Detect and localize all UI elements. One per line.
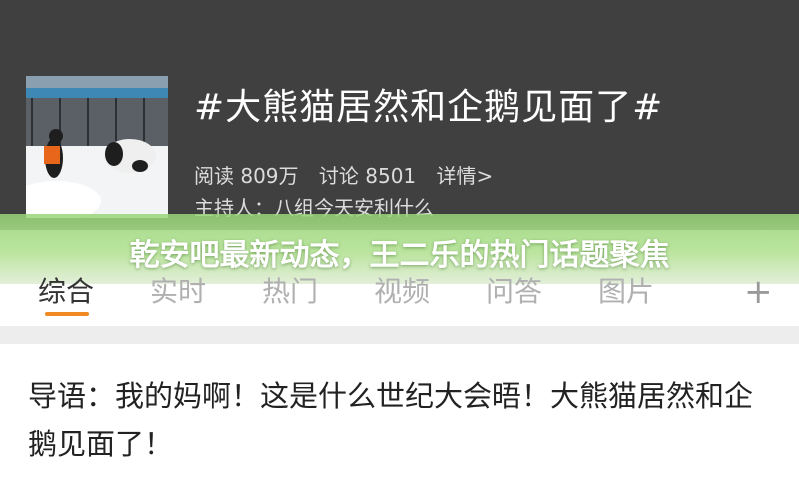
section-divider bbox=[0, 326, 799, 344]
topic-title: #大熊猫居然和企鹅见面了# bbox=[194, 87, 664, 128]
topic-cover-image bbox=[26, 76, 168, 218]
topic-stats: 阅读 809万 讨论 8501 详情> bbox=[194, 160, 507, 189]
read-count: 阅读 809万 bbox=[194, 164, 299, 188]
topic-header: #大熊猫居然和企鹅见面了# 阅读 809万 讨论 8501 详情> 主持人：八组… bbox=[0, 0, 799, 230]
lead-text: 导语：我的妈啊！这是什么世纪大会晤！大熊猫居然和企鹅见面了！ bbox=[28, 379, 754, 461]
tab-hot[interactable]: 热门 bbox=[262, 270, 318, 310]
details-link[interactable]: 详情> bbox=[437, 164, 494, 188]
panda-penguin-photo bbox=[26, 76, 168, 218]
tab-comprehensive[interactable]: 综合 bbox=[38, 270, 94, 310]
tab-realtime[interactable]: 实时 bbox=[150, 270, 206, 310]
active-tab-indicator bbox=[45, 312, 89, 316]
tab-images[interactable]: 图片 bbox=[598, 270, 654, 310]
add-tab-icon[interactable]: + bbox=[744, 272, 773, 312]
content-card: 导语：我的妈啊！这是什么世纪大会晤！大熊猫居然和企鹅见面了！ bbox=[0, 344, 799, 498]
tab-qa[interactable]: 问答 bbox=[486, 270, 542, 310]
banner-title: 乾安吧最新动态，王二乐的热门话题聚焦 bbox=[129, 238, 670, 273]
discussion-count: 讨论 8501 bbox=[318, 164, 417, 188]
tab-bar: 综合 实时 热门 视频 问答 图片 + bbox=[0, 272, 799, 326]
tab-video[interactable]: 视频 bbox=[374, 270, 430, 310]
